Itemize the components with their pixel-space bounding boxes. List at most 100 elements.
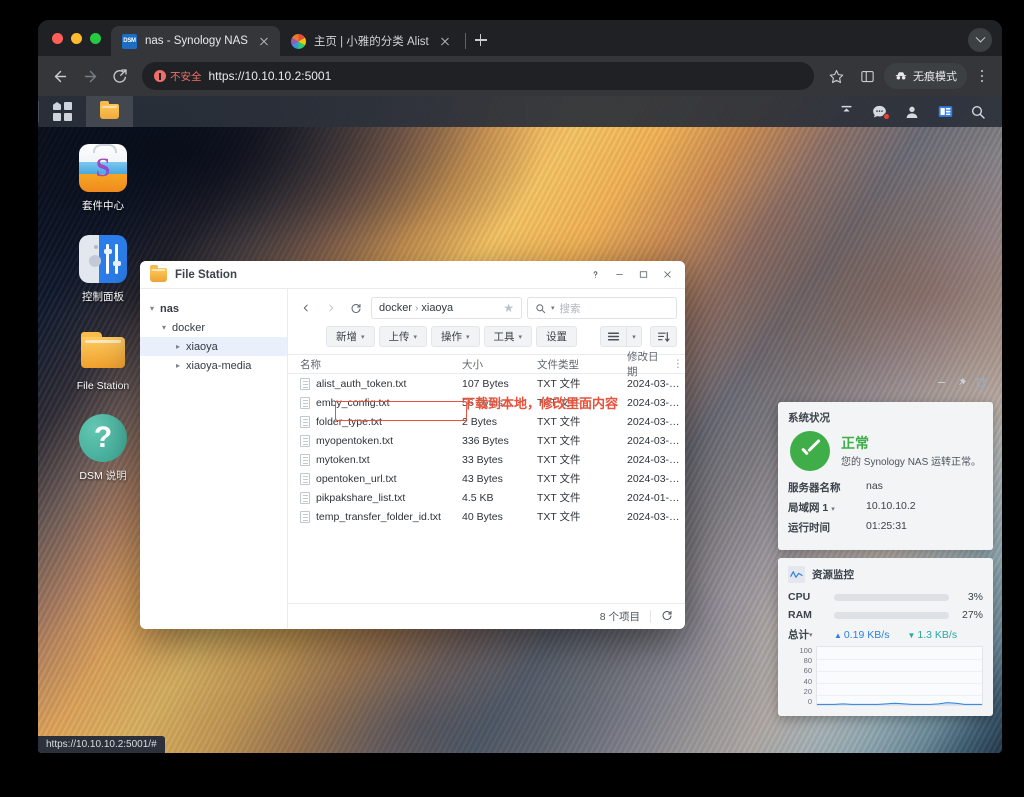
search-input[interactable]: ▾ 搜索 [527, 297, 677, 319]
view-mode-group: ▾ [600, 326, 642, 347]
upload-button[interactable]: 上传 ▾ [378, 326, 428, 347]
desktop-icon-dsm-help[interactable]: DSM 说明 [58, 414, 148, 483]
forward-button[interactable] [321, 298, 341, 318]
view-options-button[interactable]: ▾ [626, 326, 642, 347]
kebab-menu-icon[interactable] [970, 64, 994, 88]
caret-down-icon[interactable]: ▾ [551, 304, 555, 312]
tree-item-xiaoya-media[interactable]: ▸ xiaoya-media [140, 356, 287, 375]
tab-search-chevron-down-icon[interactable] [968, 28, 992, 52]
chevron-right-icon[interactable]: ▸ [176, 361, 186, 370]
lan-selector[interactable]: 局域网 1 ▾ [788, 500, 866, 515]
tree-item-docker[interactable]: ▾ docker [140, 318, 287, 337]
dsm-widget-panel: 系统状况 正常 您的 Synology NAS 运转正常。 服务器名称 nas … [778, 374, 993, 716]
table-row[interactable]: mytoken.txt 33 Bytes TXT 文件 2024-03-18 15:3… [288, 450, 685, 469]
pin-icon[interactable] [956, 375, 967, 393]
text-file-icon [300, 396, 310, 409]
column-options-icon[interactable]: ⋮ [667, 358, 685, 370]
column-header-type[interactable]: 文件类型 [533, 357, 623, 372]
chevron-right-icon[interactable]: ▸ [176, 342, 186, 351]
browser-tab-alist[interactable]: 主页 | 小雅的分类 Alist [280, 26, 461, 56]
user-account-icon[interactable] [897, 96, 927, 127]
table-row[interactable]: pikpakshare_list.txt 4.5 KB TXT 文件 2024-01-… [288, 488, 685, 507]
path-input[interactable]: docker › xiaoya ★ [371, 297, 522, 319]
close-button[interactable] [655, 264, 679, 286]
file-station-main: docker › xiaoya ★ ▾ 搜索 新增 ▾ 上传 ▾ 操作 ▾ 工具… [288, 289, 685, 629]
breadcrumb-item[interactable]: xiaoya [421, 302, 453, 314]
table-row[interactable]: opentoken_url.txt 43 Bytes TXT 文件 2024-03-1… [288, 469, 685, 488]
breadcrumb-item[interactable]: docker [379, 302, 412, 314]
widgets-icon[interactable] [930, 96, 960, 127]
tools-button[interactable]: 工具 ▾ [483, 326, 533, 347]
help-button[interactable] [583, 264, 607, 286]
star-icon[interactable]: ★ [503, 301, 514, 315]
desktop-icon-file-station[interactable]: File Station [58, 326, 148, 392]
refresh-icon[interactable] [661, 609, 673, 624]
back-arrow-icon[interactable] [46, 62, 74, 90]
settings-button[interactable]: 设置 [536, 326, 578, 347]
minimize-widgets-button[interactable] [936, 375, 947, 393]
desktop-icon-package-center[interactable]: 套件中心 [58, 144, 148, 213]
browser-tab-nas[interactable]: DSM nas - Synology NAS [111, 26, 280, 56]
table-row[interactable]: myopentoken.txt 336 Bytes TXT 文件 2024-03-18… [288, 431, 685, 450]
close-tab-button[interactable] [437, 33, 453, 49]
tree-item-label: nas [160, 302, 179, 315]
action-button[interactable]: 操作 ▾ [431, 326, 480, 347]
upload-queue-icon[interactable] [831, 96, 861, 127]
caret-down-icon: ▾ [632, 333, 636, 341]
dock-icon[interactable] [976, 375, 987, 393]
sort-button[interactable] [650, 326, 677, 347]
cell-size: 56 Bytes [462, 396, 503, 409]
side-panel-icon[interactable] [853, 62, 881, 90]
tree-item-nas[interactable]: ▾ nas [140, 299, 287, 318]
create-button[interactable]: 新增 ▾ [326, 326, 375, 347]
forward-arrow-icon[interactable] [76, 62, 104, 90]
file-name: mytoken.txt [316, 453, 370, 466]
close-tab-button[interactable] [256, 33, 272, 49]
maximize-button[interactable] [631, 264, 655, 286]
incognito-indicator[interactable]: 无痕模式 [884, 63, 967, 89]
network-row: 总计 ▾ ▲ 0.19 KB/s ▼ 1.3 KB/s [788, 627, 983, 642]
refresh-button[interactable] [346, 298, 366, 318]
star-icon[interactable] [822, 62, 850, 90]
search-icon[interactable] [963, 96, 993, 127]
widget-panel-controls [778, 374, 993, 394]
table-body: alist_auth_token.txt 107 Bytes TXT 文件 2024-… [288, 374, 685, 603]
table-row[interactable]: folder_type.txt 2 Bytes TXT 文件 2024-03-18 1… [288, 412, 685, 431]
list-view-button[interactable] [600, 326, 626, 347]
taskbar-app-file-station[interactable] [86, 96, 133, 127]
meter-percent: 3% [967, 591, 983, 603]
close-window-button[interactable] [52, 32, 63, 44]
new-tab-button[interactable] [468, 27, 494, 53]
maximize-window-button[interactable] [90, 32, 101, 44]
back-button[interactable] [296, 298, 316, 318]
table-row[interactable]: emby_config.txt 56 Bytes TXT 文件 2024-03-18 … [288, 393, 685, 412]
alist-favicon [290, 33, 306, 49]
cell-type: TXT 文件 [537, 435, 581, 447]
not-secure-badge[interactable]: 不安全 [154, 69, 202, 84]
cell-name: opentoken_url.txt [296, 472, 458, 485]
text-file-icon [300, 510, 310, 523]
network-upload: ▲ 0.19 KB/s [834, 629, 889, 641]
column-header-name[interactable]: 名称 [296, 357, 458, 372]
chevron-down-icon[interactable]: ▾ [162, 323, 172, 332]
network-selector[interactable]: 总计 ▾ [788, 627, 826, 642]
file-name: myopentoken.txt [316, 434, 394, 447]
reload-icon[interactable] [106, 62, 134, 90]
taskbar-left [38, 96, 133, 127]
cell-date: 2024-03-18 15:37:09 [627, 377, 685, 390]
column-header-size[interactable]: 大小 [458, 357, 533, 372]
address-bar[interactable]: 不安全 https://10.10.10.2:5001 [142, 62, 814, 90]
table-row[interactable]: temp_transfer_folder_id.txt 40 Bytes TXT 文… [288, 507, 685, 526]
notifications-icon[interactable] [864, 96, 894, 127]
chevron-down-icon[interactable]: ▾ [150, 304, 160, 313]
path-row: docker › xiaoya ★ ▾ 搜索 [288, 289, 685, 319]
upload-value: 0.19 KB/s [843, 628, 890, 641]
browser-toolbar: 不安全 https://10.10.10.2:5001 无痕模式 [38, 56, 1002, 96]
tree-item-xiaoya[interactable]: ▸ xiaoya [140, 337, 287, 356]
minimize-window-button[interactable] [71, 32, 82, 44]
desktop-icon-control-panel[interactable]: 控制面板 [58, 235, 148, 304]
meter-label: CPU [788, 591, 811, 603]
minimize-button[interactable] [607, 264, 631, 286]
app-grid-icon[interactable] [39, 96, 86, 127]
table-row[interactable]: alist_auth_token.txt 107 Bytes TXT 文件 2024-… [288, 374, 685, 393]
